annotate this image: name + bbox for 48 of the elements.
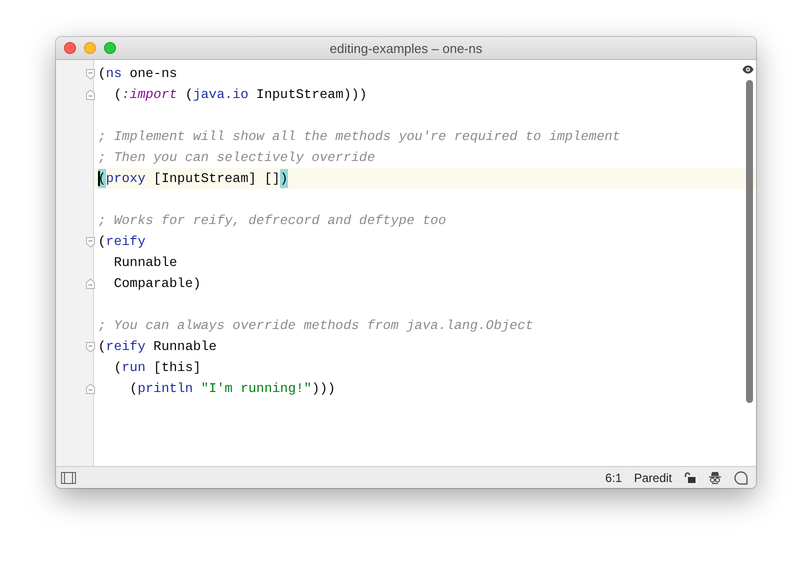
fold-start-icon[interactable] xyxy=(85,236,96,248)
code-text: Runnable xyxy=(112,254,178,272)
code-text: ( xyxy=(128,380,138,398)
string-literal: "I'm running!" xyxy=(200,380,312,398)
keyword: java.io xyxy=(192,86,248,104)
keyword: proxy xyxy=(106,170,146,188)
chat-bubble-icon[interactable] xyxy=(734,470,748,484)
code-comment: ; Works for reify, defrecord and deftype too xyxy=(98,212,446,230)
code-text: [InputStream] [] xyxy=(152,170,280,188)
fold-end-icon[interactable] xyxy=(85,278,96,290)
unlock-icon[interactable] xyxy=(684,472,696,484)
code-text: one-ns xyxy=(128,65,178,83)
code-text: InputStream))) xyxy=(255,86,368,104)
code-text: ( xyxy=(98,338,106,356)
close-button[interactable] xyxy=(64,42,76,54)
code-text: ))) xyxy=(312,380,336,398)
code-comment: ; You can always override methods from java.lang.Object xyxy=(98,317,534,335)
scrollbar-thumb[interactable] xyxy=(746,80,753,403)
fold-end-icon[interactable] xyxy=(85,383,96,395)
code-text: ( xyxy=(98,233,106,251)
code-text: ( xyxy=(112,359,122,377)
panel-toggle-icon[interactable] xyxy=(61,472,76,484)
caret-position[interactable]: 6:1 xyxy=(605,470,622,484)
keyword-symbol: :import xyxy=(122,86,178,104)
eye-icon[interactable] xyxy=(742,65,754,74)
keyword: reify xyxy=(106,338,146,356)
fold-start-icon[interactable] xyxy=(85,341,96,353)
fold-start-icon[interactable] xyxy=(85,68,96,80)
keyword: reify xyxy=(106,233,146,251)
code-text: ( xyxy=(184,86,193,104)
incognito-icon[interactable] xyxy=(708,470,722,484)
window-title: editing-examples – one-ns xyxy=(330,40,482,56)
code-comment: ; Implement will show all the methods you're required to implement xyxy=(98,128,620,146)
matched-bracket: ) xyxy=(280,169,288,188)
editing-mode[interactable]: Paredit xyxy=(634,470,672,484)
code-text: Runnable xyxy=(152,338,217,356)
code-text: ( xyxy=(98,65,106,83)
zoom-button[interactable] xyxy=(104,42,116,54)
text-caret xyxy=(98,171,100,186)
keyword: println xyxy=(138,380,193,398)
minimize-button[interactable] xyxy=(84,42,96,54)
code-text: ( xyxy=(112,86,122,104)
code-text: Comparable) xyxy=(112,275,201,293)
keyword: ns xyxy=(106,65,122,83)
fold-end-icon[interactable] xyxy=(85,89,96,101)
code-comment: ; Then you can selectively override xyxy=(98,149,375,167)
keyword: run xyxy=(122,359,146,377)
code-text: [this] xyxy=(152,359,201,377)
